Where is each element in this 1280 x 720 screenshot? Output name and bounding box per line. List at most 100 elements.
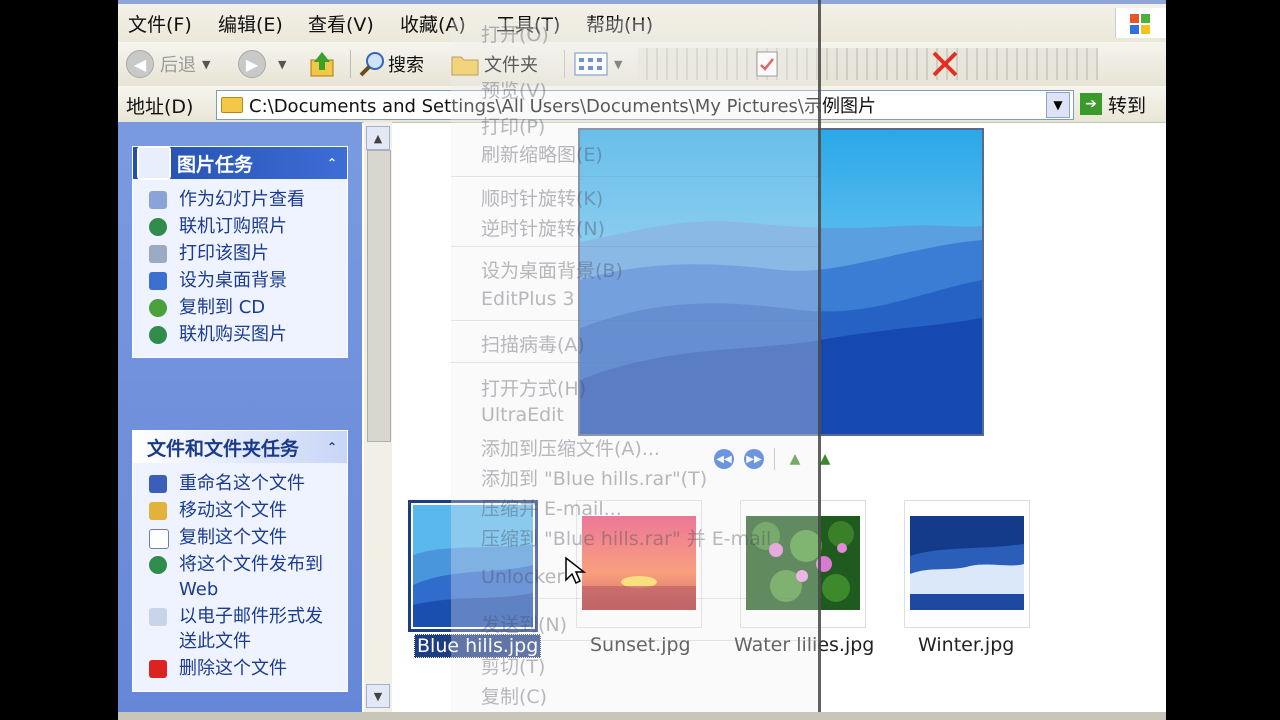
back-arrow-icon: ◀ bbox=[126, 50, 154, 78]
thumbnail-caption[interactable]: Winter.jpg bbox=[918, 634, 1014, 656]
scrollbar-thumb[interactable] bbox=[367, 150, 391, 442]
context-menu-item[interactable]: 设为桌面背景(B) bbox=[481, 256, 623, 283]
globe-icon bbox=[149, 556, 167, 574]
picture-tasks-panel: 图片任务 ⌃ 作为幻灯片查看 联机订购照片 打印该图片 设为桌面背景 复制到 C… bbox=[132, 146, 348, 358]
toolbar-separator bbox=[350, 50, 351, 78]
search-button[interactable]: 搜索 bbox=[358, 48, 424, 80]
context-menu-item[interactable]: 顺时针旋转(K) bbox=[481, 184, 603, 211]
folder-icon bbox=[221, 97, 243, 113]
file-tasks-list: 重命名这个文件 移动这个文件 复制这个文件 将这个文件发布到 Web 以电子邮件… bbox=[133, 463, 347, 691]
context-menu-item[interactable]: 逆时针旋转(N) bbox=[481, 214, 605, 241]
context-menu-item[interactable]: Unlocker bbox=[481, 566, 564, 588]
context-menu-item[interactable]: 扫描病毒(A) bbox=[481, 330, 585, 357]
task-label: 作为幻灯片查看 bbox=[179, 189, 305, 210]
context-menu-item[interactable]: 打开方式(H) bbox=[481, 374, 586, 401]
go-button[interactable]: ➔ 转到 bbox=[1080, 90, 1146, 118]
status-bar bbox=[118, 712, 1166, 720]
screen-divider-line bbox=[818, 0, 821, 720]
copy-document-icon bbox=[149, 529, 169, 549]
task-label: 复制到 CD bbox=[179, 297, 266, 318]
task-label: 重命名这个文件 bbox=[179, 473, 305, 494]
context-menu-item[interactable]: 打开(O) bbox=[481, 20, 549, 47]
file-tasks-title: 文件和文件夹任务 bbox=[147, 437, 300, 460]
task-set-background[interactable]: 设为桌面背景 bbox=[133, 268, 339, 293]
menu-separator bbox=[451, 362, 821, 363]
context-menu: 打开(O) 预览(V) 打印(P) 刷新缩略图(E) 顺时针旋转(K) 逆时针旋… bbox=[451, 20, 821, 720]
collapse-chevron-icon[interactable]: ⌃ bbox=[327, 440, 337, 454]
task-move[interactable]: 移动这个文件 bbox=[133, 498, 339, 523]
file-tasks-panel: 文件和文件夹任务 ⌃ 重命名这个文件 移动这个文件 复制这个文件 将这个文件发布… bbox=[132, 430, 348, 692]
printer-icon bbox=[149, 245, 167, 263]
winter-thumbnail-image bbox=[910, 516, 1024, 610]
title-bar-edge bbox=[118, 0, 1166, 4]
context-menu-item[interactable]: 打印(P) bbox=[481, 112, 545, 139]
context-menu-item[interactable]: 剪切(T) bbox=[481, 652, 545, 679]
task-label: 删除这个文件 bbox=[179, 658, 287, 679]
task-buy-online[interactable]: 联机购买图片 bbox=[133, 322, 339, 347]
task-copy[interactable]: 复制这个文件 bbox=[133, 525, 339, 550]
picture-tasks-icon bbox=[137, 146, 171, 180]
delete-button[interactable] bbox=[930, 48, 960, 80]
up-folder-icon bbox=[310, 52, 334, 77]
task-copy-cd[interactable]: 复制到 CD bbox=[133, 295, 339, 320]
close-icon bbox=[932, 51, 958, 77]
menu-edit[interactable]: 编辑(E) bbox=[218, 10, 283, 37]
scroll-up-arrow-icon[interactable]: ▲ bbox=[366, 126, 390, 150]
mouse-pointer-icon bbox=[565, 556, 586, 585]
context-menu-item[interactable]: 添加到 "Blue hills.rar"(T) bbox=[481, 464, 707, 491]
menu-separator bbox=[451, 640, 821, 641]
rename-icon bbox=[149, 475, 167, 493]
collapse-chevron-icon[interactable]: ⌃ bbox=[327, 156, 337, 170]
task-print[interactable]: 打印该图片 bbox=[133, 241, 339, 266]
task-email[interactable]: 以电子邮件形式发送此文件 bbox=[133, 604, 339, 654]
context-menu-item[interactable]: 复制(C) bbox=[481, 682, 547, 709]
menu-view[interactable]: 查看(V) bbox=[308, 10, 374, 37]
chevron-down-icon: ▼ bbox=[278, 57, 287, 71]
task-delete[interactable]: 删除这个文件 bbox=[133, 656, 339, 681]
address-label: 地址(D) bbox=[126, 96, 194, 118]
go-label: 转到 bbox=[1108, 94, 1147, 117]
menu-separator bbox=[451, 246, 821, 247]
context-menu-item[interactable]: 添加到压缩文件(A)... bbox=[481, 434, 660, 461]
menu-separator bbox=[451, 598, 821, 599]
task-label: 复制这个文件 bbox=[179, 527, 287, 548]
context-menu-item[interactable]: 发送到(N) bbox=[481, 610, 567, 637]
explorer-window: 文件(F) 编辑(E) 查看(V) 收藏(A) 工具(T) 帮助(H) ◀ 后退… bbox=[118, 0, 1166, 720]
thumbnail-winter[interactable] bbox=[904, 500, 1030, 628]
context-menu-item[interactable]: UltraEdit bbox=[481, 404, 564, 426]
context-menu-item[interactable]: 预览(V) bbox=[481, 76, 547, 103]
context-menu-item[interactable]: 刷新缩略图(E) bbox=[481, 140, 603, 167]
task-rename[interactable]: 重命名这个文件 bbox=[133, 471, 339, 496]
picture-tasks-title: 图片任务 bbox=[177, 153, 254, 176]
menu-file[interactable]: 文件(F) bbox=[128, 10, 192, 37]
search-icon bbox=[359, 52, 384, 77]
scroll-down-arrow-icon[interactable]: ▼ bbox=[366, 684, 390, 708]
chevron-down-icon: ▼ bbox=[202, 57, 211, 71]
back-label: 后退 bbox=[160, 55, 196, 76]
search-label: 搜索 bbox=[388, 55, 424, 76]
task-slideshow[interactable]: 作为幻灯片查看 bbox=[133, 187, 339, 212]
menu-separator bbox=[451, 176, 821, 177]
picture-tasks-list: 作为幻灯片查看 联机订购照片 打印该图片 设为桌面背景 复制到 CD 联机购买图… bbox=[133, 179, 347, 357]
context-menu-item[interactable]: EditPlus 3 bbox=[481, 288, 575, 310]
back-button[interactable]: ◀ 后退 ▼ bbox=[126, 48, 210, 80]
forward-button[interactable]: ▶ ▼ bbox=[238, 48, 286, 80]
globe-icon bbox=[149, 326, 167, 344]
task-label: 联机订购照片 bbox=[179, 216, 287, 237]
up-folder-button[interactable] bbox=[308, 48, 336, 80]
chevron-down-icon[interactable]: ▼ bbox=[1046, 92, 1070, 118]
cd-icon bbox=[149, 299, 167, 317]
task-pane: 图片任务 ⌃ 作为幻灯片查看 联机订购照片 打印该图片 设为桌面背景 复制到 C… bbox=[118, 122, 362, 720]
slideshow-icon bbox=[149, 191, 167, 209]
task-pane-scrollbar[interactable]: ▲ ▼ bbox=[364, 122, 392, 720]
task-order-prints[interactable]: 联机订购照片 bbox=[133, 214, 339, 239]
context-menu-item[interactable]: 压缩到 "Blue hills.rar" 并 E-mail bbox=[481, 524, 771, 551]
picture-tasks-header[interactable]: 图片任务 ⌃ bbox=[133, 146, 347, 180]
task-publish-web[interactable]: 将这个文件发布到 Web bbox=[133, 552, 339, 602]
forward-arrow-icon: ▶ bbox=[238, 50, 266, 78]
context-menu-item[interactable]: 压缩并 E-mail... bbox=[481, 494, 622, 521]
go-arrow-icon: ➔ bbox=[1080, 93, 1102, 115]
move-folder-icon bbox=[149, 502, 167, 520]
globe-icon bbox=[149, 218, 167, 236]
file-tasks-header[interactable]: 文件和文件夹任务 ⌃ bbox=[133, 431, 347, 463]
